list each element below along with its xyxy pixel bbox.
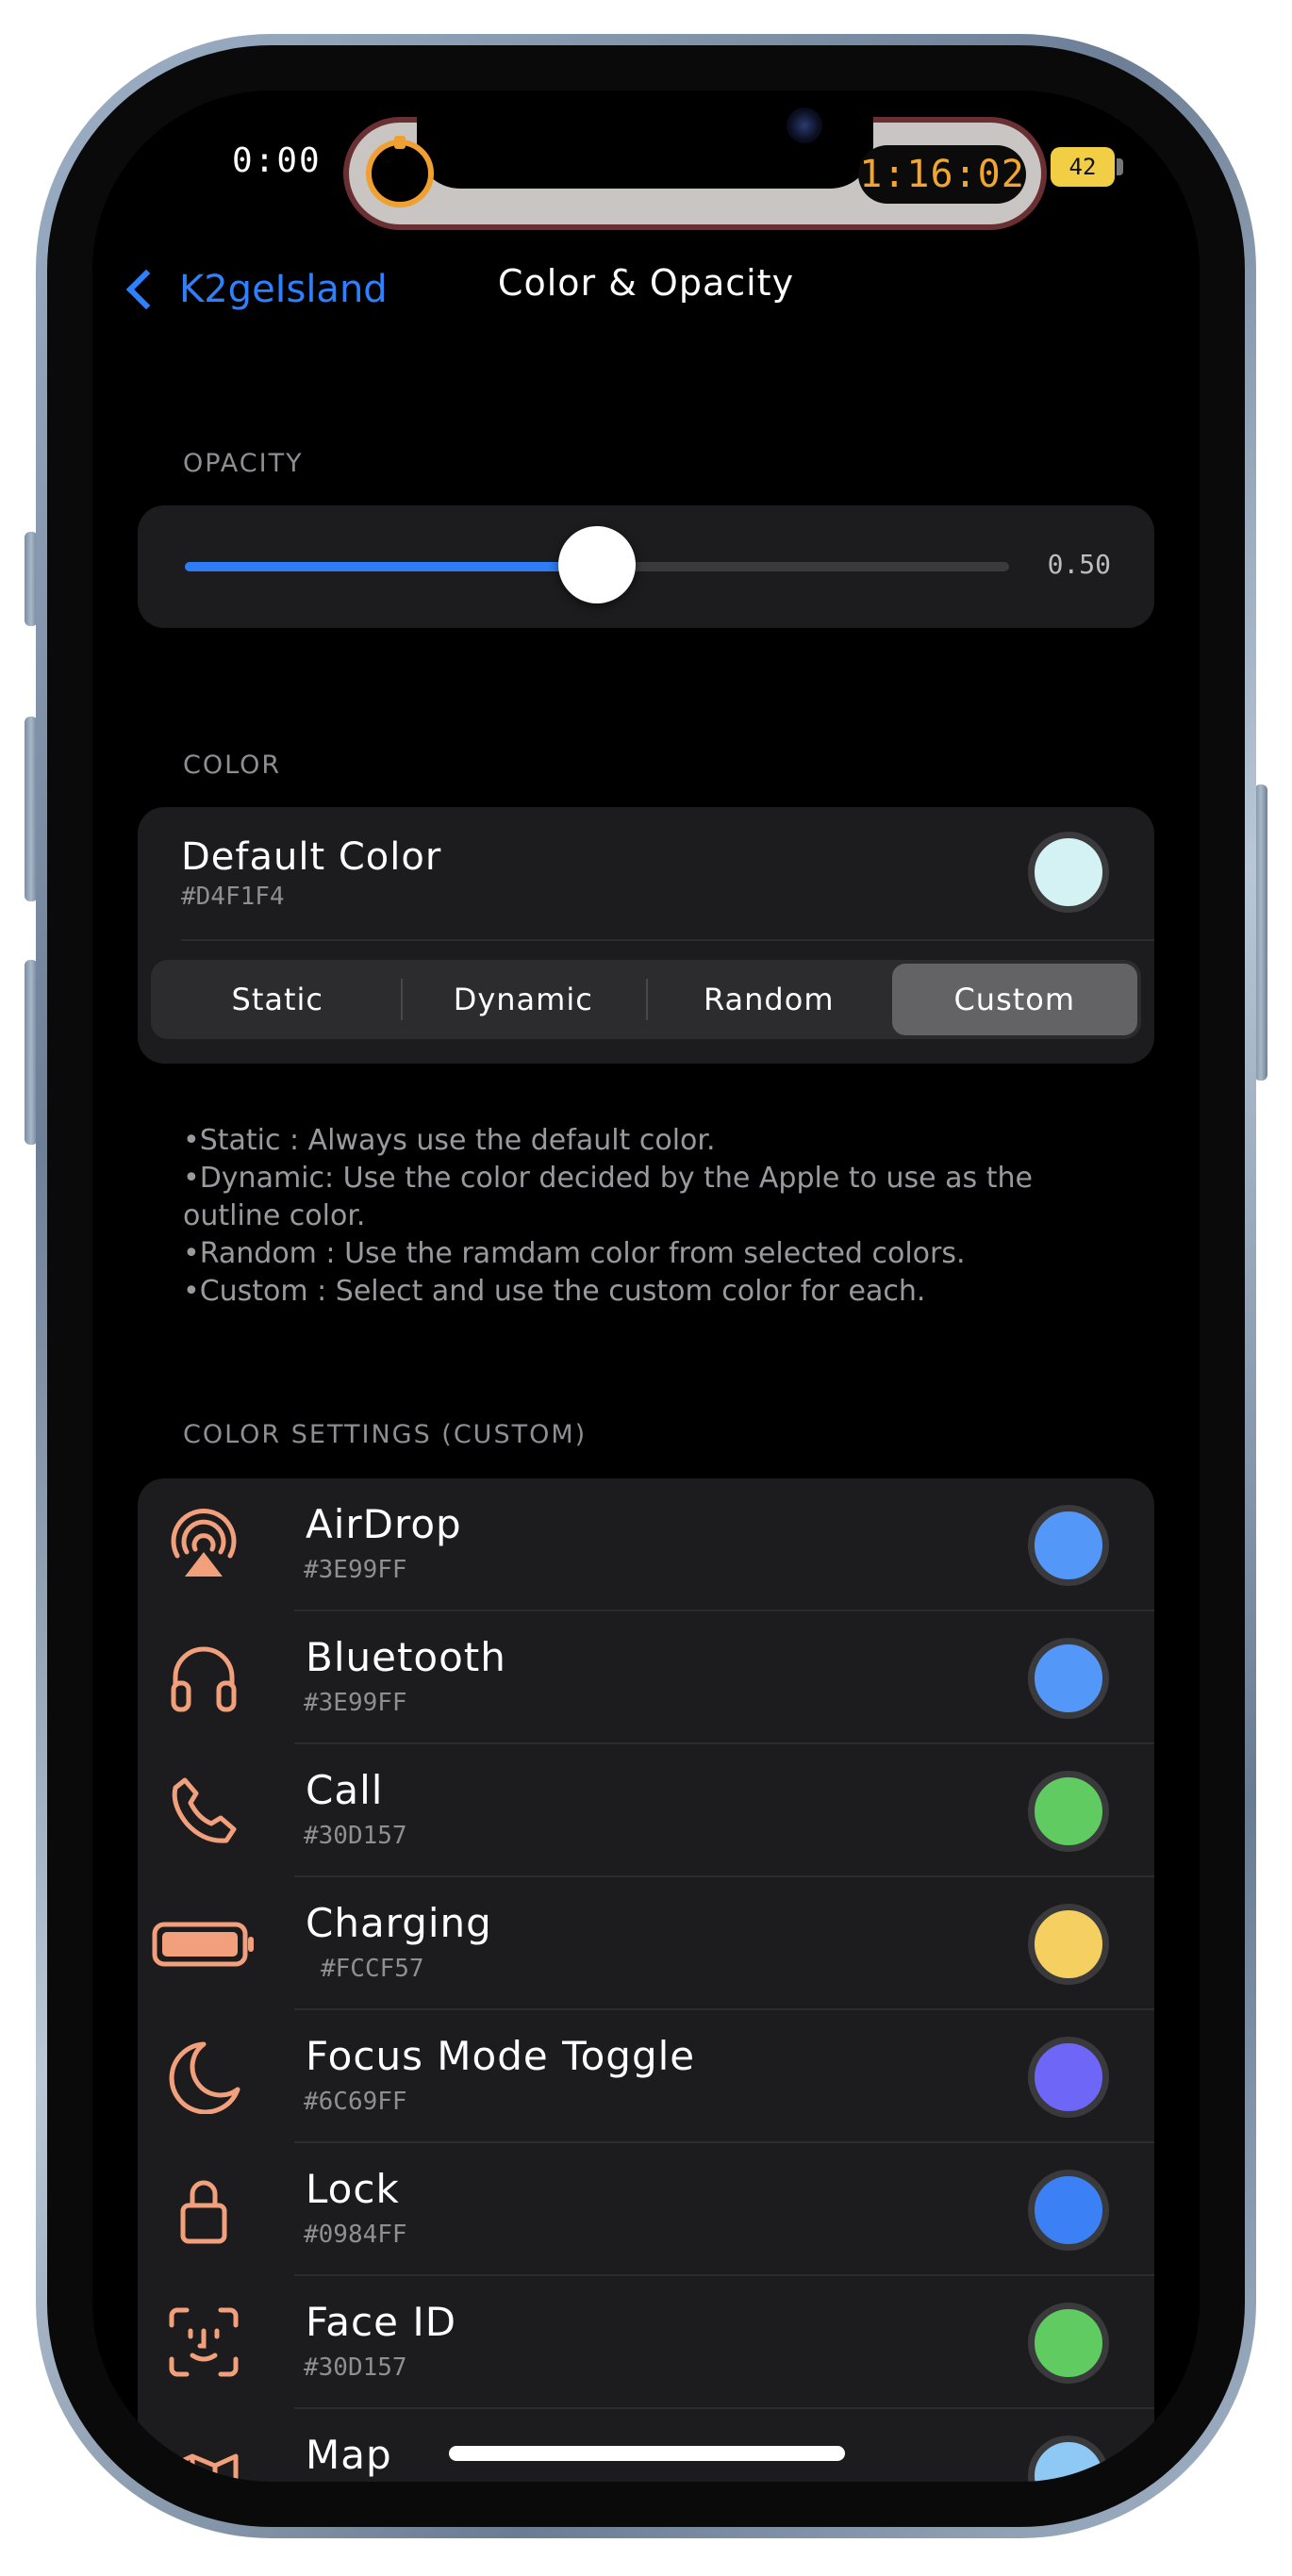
item-hex: #30D157 [304,2353,407,2382]
custom-section-header: COLOR SETTINGS (CUSTOM) [183,1420,588,1449]
faceid-icon [169,2307,239,2377]
opacity-card: 0.50 [138,505,1154,628]
item-hex: #30D157 [304,1822,407,1850]
item-hex: #3E99FF [304,1556,407,1584]
color-swatch[interactable] [1028,1505,1109,1586]
segment-custom[interactable]: Custom [891,964,1137,1035]
list-item-charging[interactable]: Charging #FCCF57 [138,1877,1154,2010]
battery-icon [1117,158,1123,175]
item-hex: #0984FF [304,2221,407,2249]
color-card: Default Color #D4F1F4 Static Dynamic Ran… [138,807,1154,1064]
color-swatch[interactable] [1028,1771,1109,1852]
segment-static[interactable]: Static [155,964,401,1035]
note-static: •Static : Always use the default color. [183,1124,716,1157]
list-item-call[interactable]: Call #30D157 [138,1744,1154,1877]
color-swatch[interactable] [1028,1638,1109,1719]
status-time: 0:00 [232,141,322,180]
color-mode-notes: •Static : Always use the default color. … [183,1122,1126,1311]
list-item-face-id[interactable]: Face ID #30D157 [138,2276,1154,2409]
segment-dynamic[interactable]: Dynamic [400,964,647,1035]
item-hex: #3E99FF [304,1689,407,1717]
segment-random[interactable]: Random [646,964,892,1035]
color-swatch[interactable] [1028,2436,1109,2482]
opacity-slider-thumb[interactable] [558,526,636,603]
item-label: Face ID [306,2299,457,2345]
item-label: Bluetooth [306,1634,506,1680]
item-label: AirDrop [306,1501,462,1547]
color-swatch[interactable] [1028,1904,1109,1985]
note-random: •Random : Use the ramdam color from sele… [183,1237,966,1270]
headphones-icon [171,1646,237,1712]
phone-icon [172,1777,237,1843]
color-swatch[interactable] [1028,2170,1109,2251]
battery-level: 42 [1051,147,1115,187]
power-button[interactable] [1254,784,1267,1081]
default-color-hex: #D4F1F4 [181,883,285,911]
custom-color-list: AirDrop #3E99FF Bluetooth #3E99FF Call #… [138,1478,1154,2482]
opacity-value: 0.50 [1047,549,1111,580]
divider [181,939,1154,941]
default-color-swatch[interactable] [1028,832,1109,913]
note-custom: •Custom : Select and use the custom colo… [183,1275,926,1308]
timer-icon [366,136,434,207]
opacity-section-header: OPACITY [183,449,304,478]
note-dynamic: •Dynamic: Use the color decided by the A… [183,1162,1033,1195]
list-item-bluetooth[interactable]: Bluetooth #3E99FF [138,1611,1154,1744]
note-dynamic-cont: outline color. [183,1199,366,1232]
color-mode-segmented-control[interactable]: Static Dynamic Random Custom [151,960,1141,1039]
item-label: Charging [306,1900,492,1946]
list-item-lock[interactable]: Lock #0984FF [138,2143,1154,2276]
front-camera [787,107,822,143]
item-label: Call [306,1767,384,1813]
color-swatch[interactable] [1028,2303,1109,2384]
opacity-slider-fill [185,562,597,571]
screen: 0:00 1:16:02 42 K2geIsland Color & Opaci… [92,91,1200,2482]
battery-icon [152,1922,254,1967]
map-icon [169,2453,239,2482]
item-label: Lock [306,2166,400,2212]
color-swatch[interactable] [1028,2037,1109,2118]
home-indicator[interactable] [449,2446,845,2461]
color-section-header: COLOR [183,751,282,780]
item-label: Focus Mode Toggle [306,2033,696,2079]
moon-icon [169,2041,240,2114]
item-hex: #6C69FF [304,2088,407,2116]
list-item-focus-mode-toggle[interactable]: Focus Mode Toggle #6C69FF [138,2010,1154,2143]
lock-icon [180,2180,227,2244]
default-color-title: Default Color [181,835,442,879]
list-item-airdrop[interactable]: AirDrop #3E99FF [138,1478,1154,1611]
airdrop-icon [171,1509,237,1577]
dynamic-island [417,91,873,189]
island-timer: 1:16:02 [858,145,1026,204]
item-label: Map [306,2432,392,2478]
page-title: Color & Opacity [497,262,795,304]
item-hex: #FCCF57 [321,1955,424,1983]
